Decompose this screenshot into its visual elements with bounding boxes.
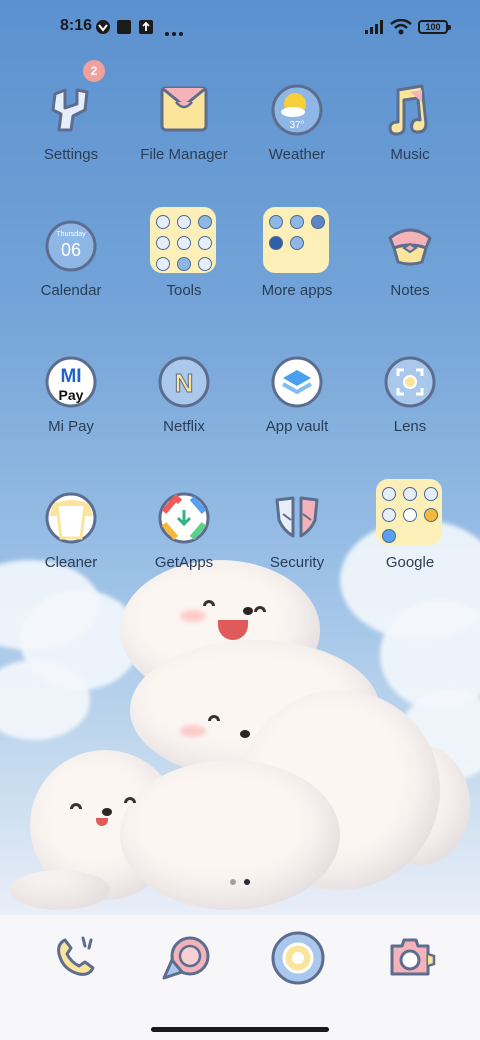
mini-app-icon [311,215,325,229]
dock-phone[interactable] [45,928,109,992]
battery-icon: 100 [418,20,451,34]
netflix-icon: N [152,350,216,414]
lens-icon [378,350,442,414]
notification-square-icon [116,19,132,40]
netflix-icon-text: N [175,368,194,398]
app-label: Settings [43,146,99,163]
file-manager-icon [152,78,216,142]
app-label: More apps [261,282,333,299]
app-netflix[interactable]: N Netflix [128,350,240,460]
mini-app-icon [403,487,417,501]
folder-google[interactable]: Google [354,479,466,590]
folder-more-apps[interactable]: More apps [241,207,353,318]
app-weather[interactable]: 37° Weather [241,78,353,188]
mini-app-icon [269,215,283,229]
app-label: File Manager [140,146,228,163]
signal-icon [364,19,386,40]
app-settings[interactable]: 2 Settings [15,60,127,188]
status-time: 8:16 [60,17,93,34]
mini-app-icon [382,508,396,522]
app-music[interactable]: Music [354,78,466,188]
app-cleaner[interactable]: Cleaner [15,486,127,596]
cleaner-icon [39,486,103,550]
camera-icon [382,930,438,991]
music-icon [378,78,442,142]
dock-browser[interactable] [266,928,330,992]
status-bar: 8:16 100 [0,0,480,56]
app-label: Cleaner [44,554,98,571]
mini-app-icon [198,257,212,271]
vpn-icon [95,19,111,40]
app-label: Security [269,554,325,571]
mi-pay-icon-text: MI [60,366,81,387]
upload-icon [138,19,154,40]
folder-icon [376,479,442,545]
app-label: Notes [390,282,430,299]
app-label: Music [390,146,430,163]
app-label: GetApps [154,554,214,571]
wifi-icon [390,18,412,40]
mini-app-icon [177,215,191,229]
mini-app-icon [403,508,417,522]
dock-camera[interactable] [378,928,442,992]
app-label: Tools [166,282,202,299]
weather-icon: 37° [265,78,329,142]
app-label: Lens [393,418,427,435]
app-label: App vault [265,418,329,435]
app-label: Calendar [40,282,102,299]
mini-app-icon [177,236,191,250]
app-file-manager[interactable]: File Manager [128,78,240,188]
gesture-nav-handle[interactable] [151,1027,329,1032]
mini-app-icon [198,236,212,250]
mini-app-icon [424,487,438,501]
app-app-vault[interactable]: App vault [241,350,353,460]
mini-app-icon [290,236,304,250]
dock-messages[interactable] [154,928,218,992]
app-lens[interactable]: Lens [354,350,466,460]
mini-app-icon [424,508,438,522]
app-mi-pay[interactable]: MI Pay Mi Pay [15,350,127,460]
folder-icon [263,207,329,273]
mini-app-icon [269,236,283,250]
notes-icon [378,214,442,278]
app-label: Google [385,554,435,571]
mi-pay-icon-text: Pay [59,387,84,403]
settings-icon [39,78,103,142]
page-dot-2[interactable] [244,879,250,885]
mini-app-icon [198,215,212,229]
app-label: Netflix [163,418,205,435]
security-icon [265,486,329,550]
mini-app-icon [382,487,396,501]
app-getapps[interactable]: GetApps [128,486,240,596]
app-vault-icon [265,350,329,414]
phone-icon [49,930,105,991]
mi-pay-icon: MI Pay [39,350,103,414]
weather-temp: 37° [289,120,304,131]
folder-tools[interactable]: Tools [128,207,240,318]
folder-icon [150,207,216,273]
more-dots-icon [164,24,184,42]
page-dot-1[interactable] [230,879,236,885]
app-label: Mi Pay [48,418,94,435]
mini-app-icon [177,257,191,271]
calendar-day: Thursday [56,231,86,238]
mini-app-icon [290,215,304,229]
messages-icon [158,930,214,991]
mini-app-icon [156,236,170,250]
app-calendar[interactable]: Thursday 06 Calendar [15,214,127,324]
calendar-icon: Thursday 06 [39,214,103,278]
app-security[interactable]: Security [241,486,353,596]
getapps-icon [152,486,216,550]
mini-app-icon [156,257,170,271]
app-notes[interactable]: Notes [354,214,466,324]
mini-app-icon [382,529,396,543]
calendar-date: 06 [61,240,81,260]
browser-icon [269,929,327,992]
mini-app-icon [156,215,170,229]
app-label: Weather [268,146,326,163]
notification-badge: 2 [83,60,105,82]
